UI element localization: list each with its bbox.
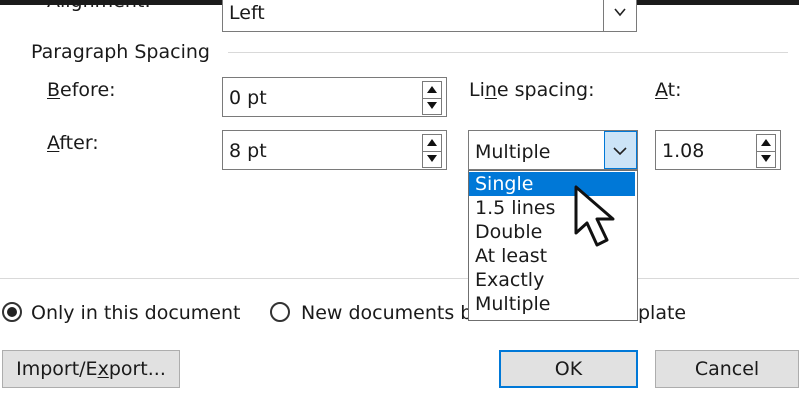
alignment-dropdown[interactable]: Left: [222, 0, 637, 32]
section-separator: [0, 278, 799, 279]
before-label: Before:: [47, 79, 116, 101]
only-this-document-label: Only in this document: [31, 302, 241, 324]
after-spinner[interactable]: [422, 134, 442, 168]
after-label: After:: [47, 132, 99, 154]
at-value: 1.08: [662, 140, 705, 162]
import-export-button[interactable]: Import/Export...: [2, 350, 180, 388]
before-spinner[interactable]: [422, 81, 442, 115]
new-documents-label-tail: plate: [638, 302, 687, 324]
alignment-label: Alignment:: [47, 0, 151, 12]
before-value: 0 pt: [229, 87, 267, 109]
option-exactly[interactable]: Exactly: [469, 268, 635, 292]
spin-up-icon[interactable]: [423, 135, 441, 152]
ok-button[interactable]: OK: [499, 350, 638, 388]
spin-down-icon[interactable]: [423, 98, 441, 114]
spin-down-icon[interactable]: [757, 151, 775, 167]
spin-up-icon[interactable]: [757, 135, 775, 152]
paragraph-spacing-title: Paragraph Spacing: [31, 41, 210, 63]
cancel-button[interactable]: Cancel: [655, 350, 799, 388]
line-spacing-dropdown-button[interactable]: [604, 131, 637, 169]
mouse-pointer-icon: [574, 185, 615, 247]
chevron-down-icon: [613, 147, 627, 156]
line-spacing-dropdown[interactable]: Multiple: [468, 130, 638, 170]
radio-new-documents[interactable]: [270, 302, 290, 322]
line-spacing-label: Line spacing:: [469, 79, 595, 101]
group-separator: [228, 52, 788, 53]
after-value: 8 pt: [229, 140, 267, 162]
spin-up-icon[interactable]: [423, 82, 441, 99]
spin-down-icon[interactable]: [423, 151, 441, 167]
radio-selected-icon: [7, 307, 17, 317]
option-multiple[interactable]: Multiple: [469, 292, 635, 316]
chevron-down-icon: [614, 8, 626, 17]
alignment-dropdown-button[interactable]: [603, 0, 636, 31]
at-label: At:: [655, 79, 682, 101]
new-documents-label: New documents b: [301, 302, 473, 324]
after-spinbox[interactable]: 8 pt: [222, 130, 447, 170]
line-spacing-value: Multiple: [475, 141, 551, 163]
before-spinbox[interactable]: 0 pt: [222, 77, 447, 117]
at-spinbox[interactable]: 1.08: [655, 130, 781, 170]
radio-only-this-document[interactable]: [2, 302, 22, 322]
alignment-value: Left: [229, 2, 265, 24]
at-spinner[interactable]: [756, 134, 776, 168]
